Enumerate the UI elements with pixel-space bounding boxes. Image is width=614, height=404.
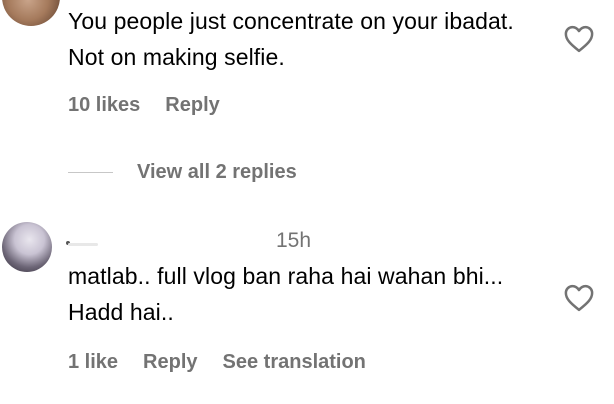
comment-actions: 1 like Reply See translation xyxy=(68,351,391,374)
replies-divider xyxy=(68,172,113,173)
likes-count[interactable]: 1 like xyxy=(68,351,118,374)
comments-thread: You people just concentrate on your ibad… xyxy=(0,0,614,404)
heart-outline-icon[interactable] xyxy=(564,25,594,53)
user-avatar[interactable] xyxy=(2,0,60,26)
view-replies[interactable]: View all 2 replies xyxy=(68,161,297,184)
likes-count[interactable]: 10 likes xyxy=(68,94,140,117)
comment-actions: 10 likes Reply xyxy=(68,94,245,117)
username-redacted-bar xyxy=(68,243,98,246)
reply-button[interactable]: Reply xyxy=(165,94,219,117)
reply-button[interactable]: Reply xyxy=(143,351,197,374)
heart-outline-icon[interactable] xyxy=(564,284,594,312)
comment-timestamp: 15h xyxy=(276,229,312,252)
see-translation-button[interactable]: See translation xyxy=(223,351,366,374)
comment-text: matlab.. full vlog ban raha hai wahan bh… xyxy=(68,263,504,325)
comment-text: You people just concentrate on your ibad… xyxy=(68,8,514,70)
user-avatar[interactable] xyxy=(2,222,52,272)
view-replies-label[interactable]: View all 2 replies xyxy=(137,161,297,184)
